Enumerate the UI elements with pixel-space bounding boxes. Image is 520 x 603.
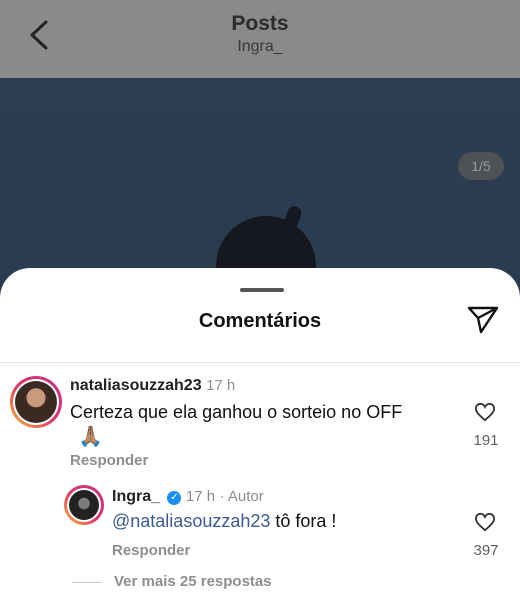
avatar[interactable] bbox=[10, 376, 62, 428]
divider bbox=[0, 362, 520, 363]
thread-line bbox=[72, 582, 102, 583]
avatar[interactable] bbox=[64, 485, 104, 525]
top-bar: Posts Ingra_ bbox=[0, 0, 520, 78]
comment-text: Certeza que ela ganhou o sorteio no OFF bbox=[70, 402, 403, 422]
comment-time: 17 h bbox=[206, 377, 236, 394]
verified-badge-icon: ✓ bbox=[167, 491, 182, 505]
sheet-drag-handle[interactable] bbox=[240, 288, 284, 292]
view-more-replies-button[interactable]: Ver mais 25 respostas bbox=[114, 573, 272, 590]
heart-outline-icon[interactable] bbox=[474, 402, 496, 422]
mention-link[interactable]: @nataliasouzzah23 bbox=[112, 511, 270, 531]
reply-button[interactable]: Responder bbox=[112, 542, 190, 559]
comment-username[interactable]: nataliasouzzah23 bbox=[70, 377, 202, 394]
carousel-counter: 1/5 bbox=[458, 152, 504, 180]
reply-time: 17 h bbox=[185, 488, 216, 505]
comment-emoji: 🙏🏽 bbox=[78, 426, 103, 448]
author-label: · Autor bbox=[219, 488, 264, 505]
reply-text: @nataliasouzzah23 tô fora ! bbox=[112, 511, 336, 532]
reply-header: Ingra_ ✓ 17 h · Autor bbox=[112, 488, 264, 506]
reply-username[interactable]: Ingra_ bbox=[112, 488, 160, 505]
comments-title: Comentários bbox=[198, 310, 322, 332]
page-subtitle[interactable]: Ingra_ bbox=[0, 38, 520, 56]
reply-body: tô fora ! bbox=[270, 511, 337, 531]
comment-header: nataliasouzzah23 17 h bbox=[70, 377, 235, 395]
reply-button[interactable]: Responder bbox=[70, 452, 148, 469]
heart-outline-icon[interactable] bbox=[474, 512, 496, 532]
like-count: 397 bbox=[473, 542, 499, 559]
send-icon[interactable] bbox=[466, 304, 500, 334]
page-title: Posts bbox=[231, 12, 289, 35]
like-count: 191 bbox=[473, 432, 499, 449]
comments-sheet: Comentários nataliasouzzah23 17 h Certez… bbox=[0, 268, 520, 603]
